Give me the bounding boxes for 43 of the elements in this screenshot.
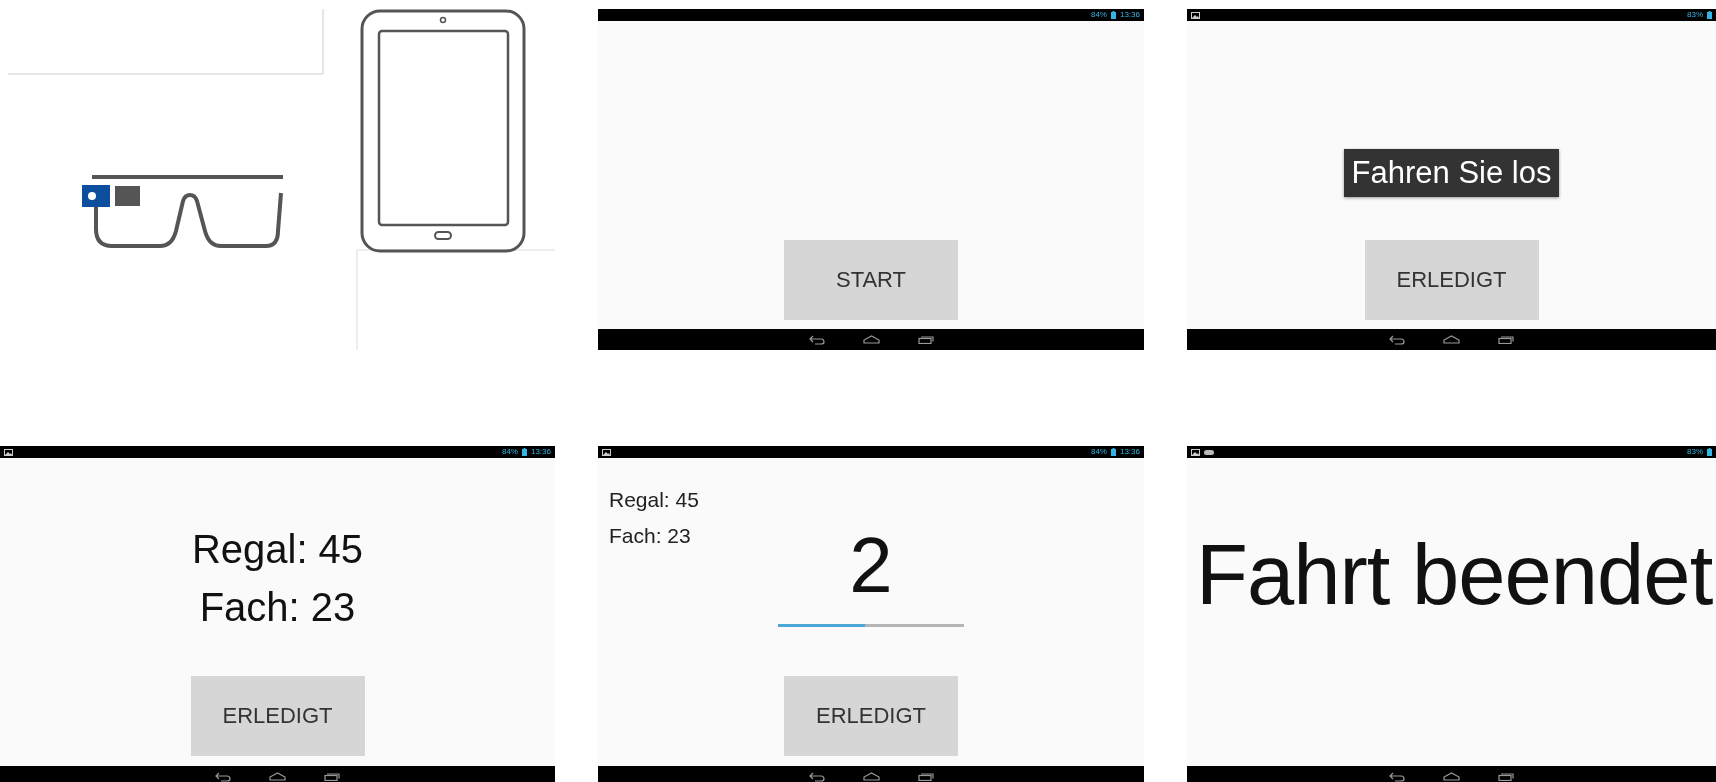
clock-time: 13:36 — [1119, 10, 1140, 20]
picture-notification-icon — [1191, 448, 1200, 456]
battery-icon — [1110, 448, 1116, 456]
start-button[interactable]: START — [784, 240, 958, 320]
location-text: Regal: 45 — [609, 487, 699, 513]
clock-time: 13:36 — [1119, 447, 1140, 457]
recents-icon[interactable] — [324, 772, 340, 781]
battery-level: 84% — [501, 447, 518, 457]
battery-icon — [1110, 11, 1116, 19]
countdown-number: 2 — [849, 520, 893, 610]
done-button[interactable]: ERLEDIGT — [1364, 240, 1539, 320]
finished-message: Fahrt beendet — [1196, 526, 1713, 624]
battery-level: 84% — [1090, 10, 1107, 20]
back-icon[interactable] — [215, 771, 231, 782]
back-icon[interactable] — [1389, 771, 1405, 782]
recents-icon[interactable] — [917, 335, 934, 344]
home-icon[interactable] — [862, 335, 880, 344]
battery-level: 83% — [1687, 10, 1703, 20]
battery-icon — [1707, 11, 1712, 19]
home-icon[interactable] — [1443, 335, 1460, 344]
location-text: Fach: 23 — [199, 584, 356, 631]
picture-notification-icon — [4, 448, 13, 456]
back-icon[interactable] — [1389, 334, 1405, 345]
battery-icon — [1707, 448, 1712, 456]
recents-icon[interactable] — [1498, 772, 1514, 781]
back-icon[interactable] — [808, 771, 825, 782]
home-icon[interactable] — [269, 772, 286, 781]
recents-icon[interactable] — [1498, 335, 1514, 344]
battery-level: 83% — [1687, 447, 1703, 457]
back-icon[interactable] — [808, 334, 825, 345]
location-text: Regal: 45 — [191, 526, 364, 573]
location-text: Fach: 23 — [609, 523, 692, 549]
done-button[interactable]: ERLEDIGT — [784, 676, 958, 756]
home-icon[interactable] — [1443, 772, 1460, 781]
home-icon[interactable] — [862, 772, 880, 781]
recents-icon[interactable] — [917, 772, 934, 781]
battery-icon — [521, 448, 527, 456]
battery-level: 84% — [1090, 447, 1107, 457]
picture-notification-icon — [1191, 11, 1200, 19]
picture-notification-icon — [602, 448, 611, 456]
clock-time: 13:36 — [530, 447, 551, 457]
done-button[interactable]: ERLEDIGT — [190, 676, 365, 756]
toast-message: Fahren Sie los — [1343, 149, 1560, 197]
